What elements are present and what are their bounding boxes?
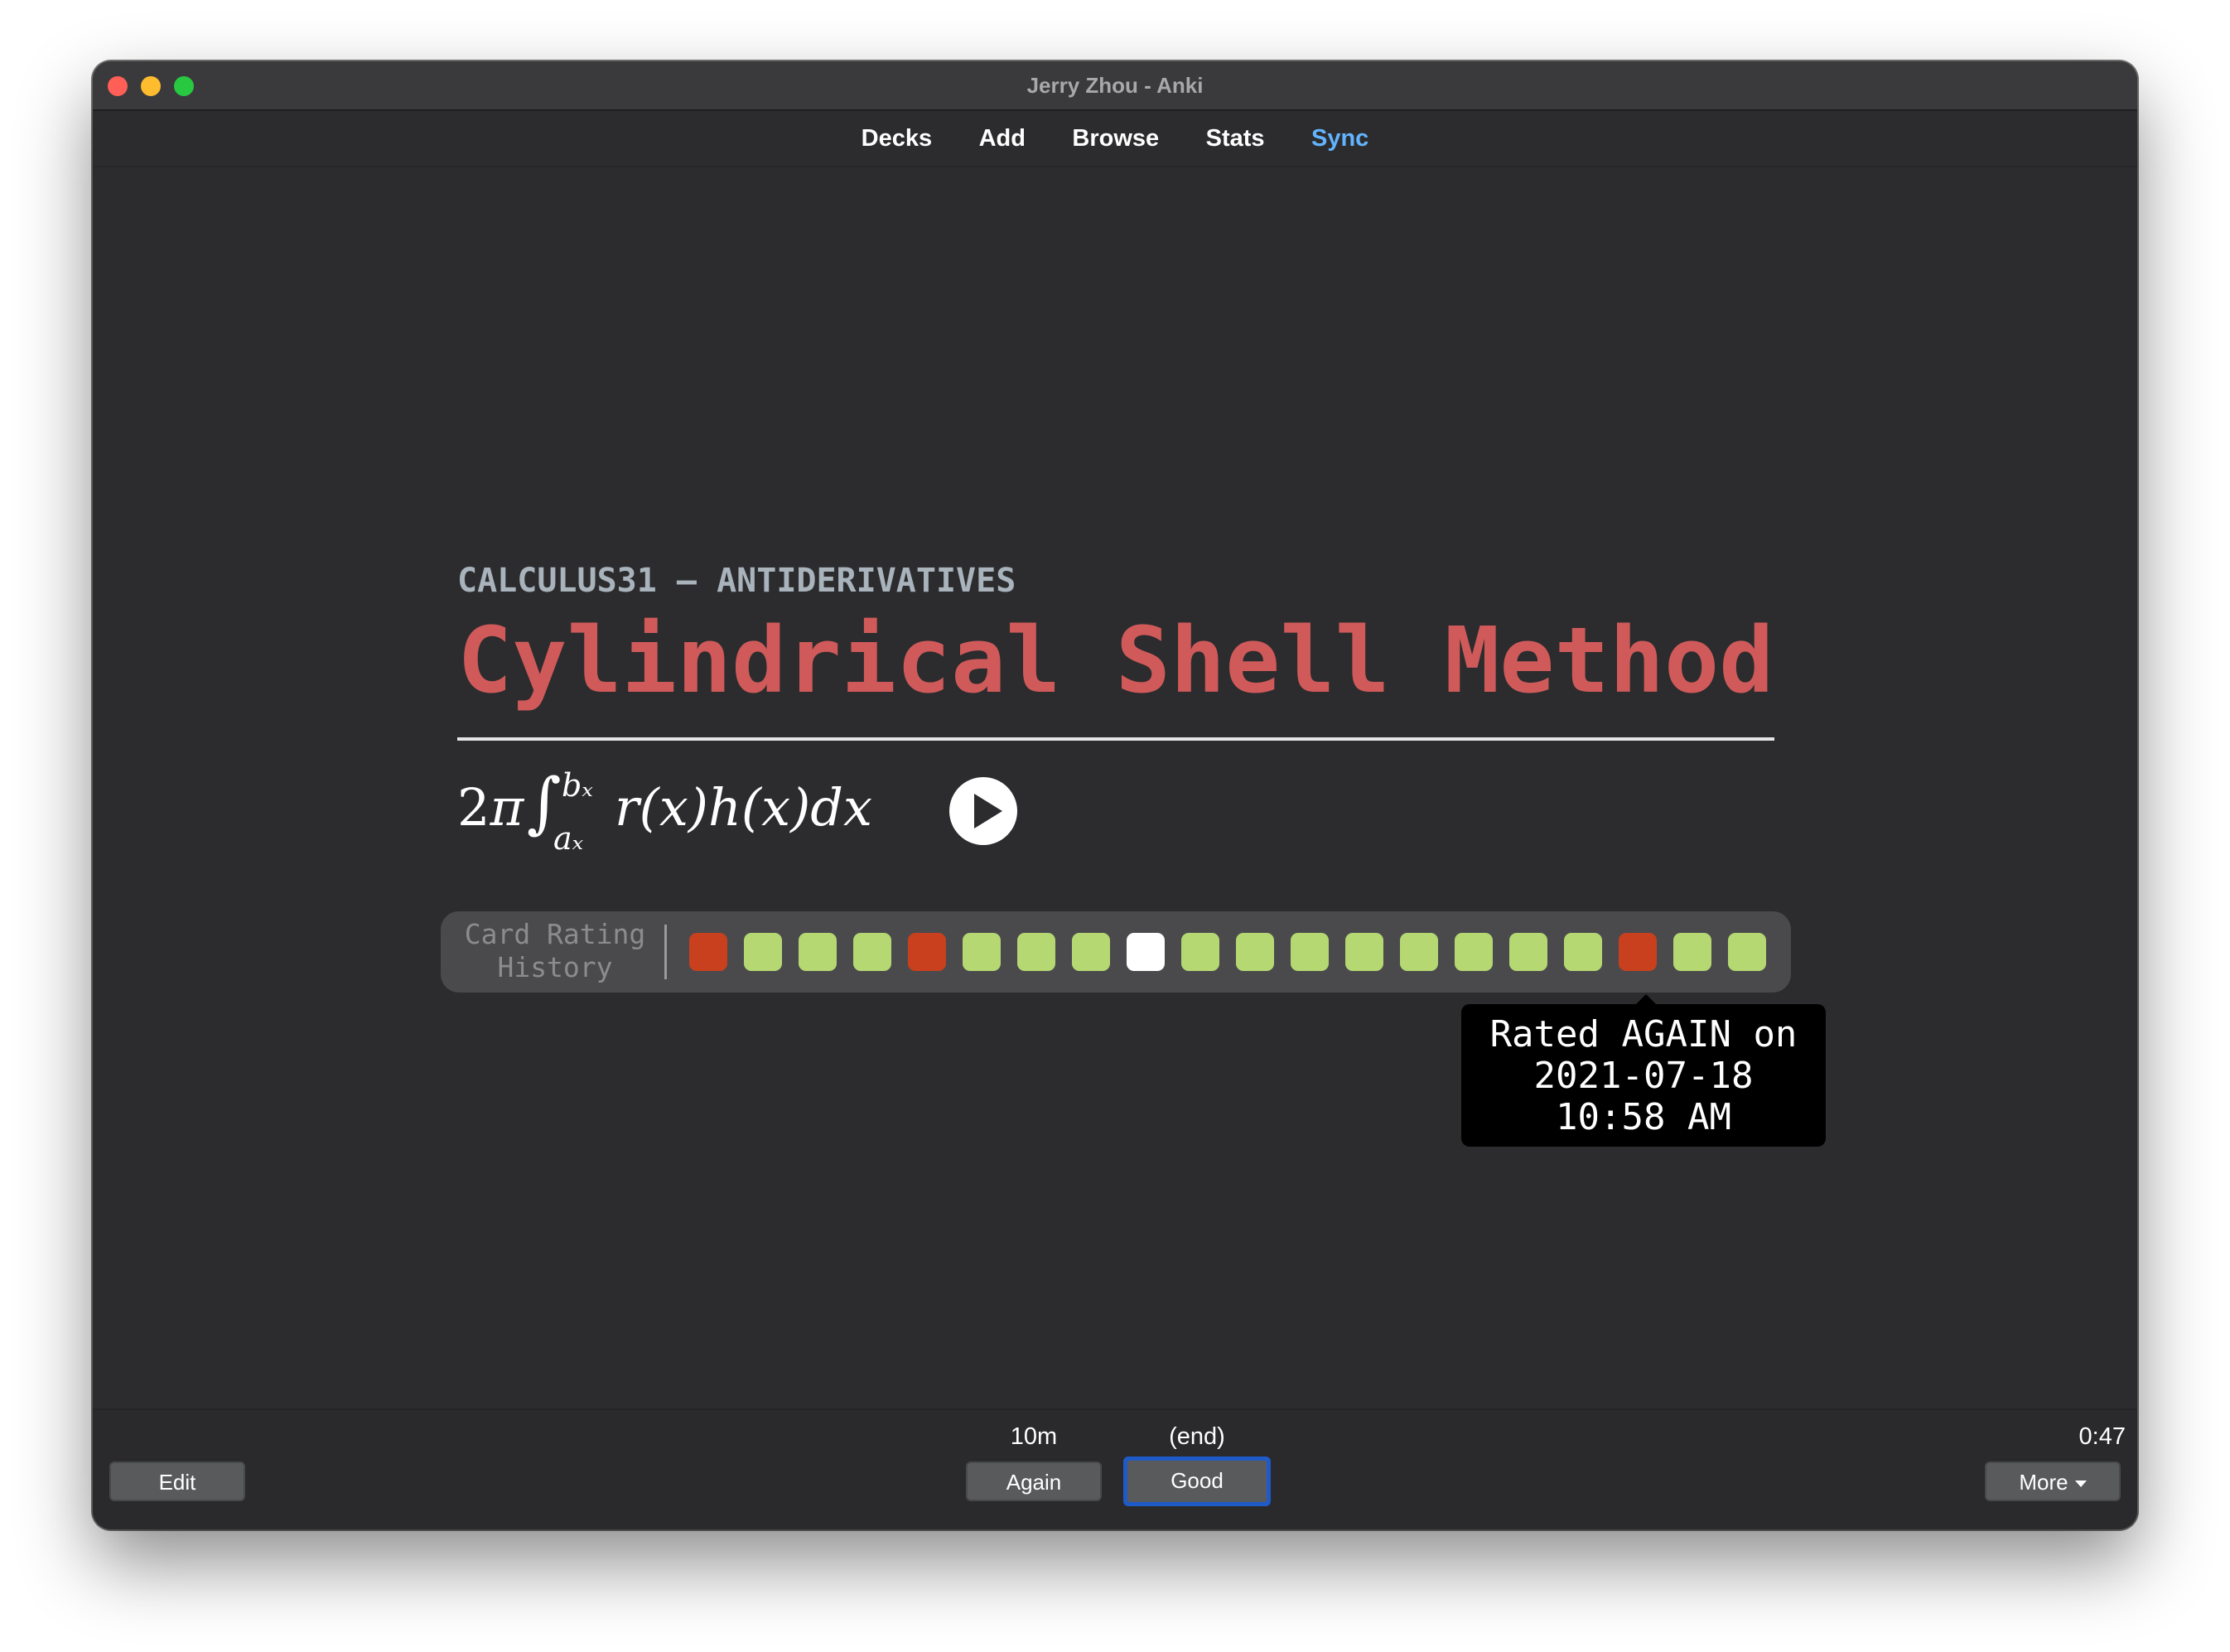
rating-dot-good[interactable] xyxy=(1017,933,1055,971)
tooltip-line3: 10:58 AM xyxy=(1556,1096,1731,1138)
integral-upper-bound: bₓ xyxy=(562,767,593,804)
play-icon xyxy=(974,794,1002,828)
rating-dot-good[interactable] xyxy=(1509,933,1547,971)
shell-method-formula: 2π ∫ bₓ aₓ r(x)h(x)dx xyxy=(457,764,921,865)
good-button[interactable]: Good xyxy=(1123,1456,1271,1506)
nav-browse-link[interactable]: Browse xyxy=(1072,111,1159,166)
deck-name: CALCULUS31 – ANTIDERIVATIVES xyxy=(457,562,1016,600)
again-button[interactable]: Again xyxy=(966,1461,1102,1501)
tooltip-arrow xyxy=(1636,994,1656,1004)
tooltip-line1: Rated AGAIN on xyxy=(1489,1013,1798,1055)
window-title: Jerry Zhou - Anki xyxy=(1026,73,1204,98)
more-button[interactable]: More xyxy=(1985,1461,2121,1501)
rating-dot-good[interactable] xyxy=(799,933,837,971)
formula-coefficient: 2π xyxy=(457,777,524,838)
edit-button[interactable]: Edit xyxy=(109,1461,245,1501)
rating-dot-good[interactable] xyxy=(1564,933,1602,971)
rating-dot-good[interactable] xyxy=(1673,933,1711,971)
rating-dot-good[interactable] xyxy=(1072,933,1110,971)
rating-dot-good[interactable] xyxy=(1236,933,1274,971)
rating-dot-good[interactable] xyxy=(744,933,782,971)
rating-dot-again[interactable] xyxy=(908,933,946,971)
again-interval: 10m xyxy=(1010,1423,1058,1450)
card-content: CALCULUS31 – ANTIDERIVATIVES Cylindrical… xyxy=(93,167,2137,1468)
rating-divider xyxy=(664,925,667,979)
rating-dot-again[interactable] xyxy=(1619,933,1657,971)
rating-dot-good[interactable] xyxy=(853,933,891,971)
rating-dot-good[interactable] xyxy=(1345,933,1383,971)
play-audio-button[interactable] xyxy=(949,777,1017,845)
card-rating-history: Card Rating History xyxy=(441,911,1791,993)
nav-stats-link[interactable]: Stats xyxy=(1206,111,1265,166)
rating-tooltip: Rated AGAIN on 2021-07-18 10:58 AM xyxy=(1461,1004,1826,1147)
rating-label-line2: History xyxy=(497,951,613,983)
integrand: r(x)h(x)dx xyxy=(615,777,872,838)
rating-dot-good[interactable] xyxy=(1728,933,1766,971)
nav-decks-link[interactable]: Decks xyxy=(862,111,932,166)
tooltip-line2: 2021-07-18 xyxy=(1533,1055,1754,1097)
good-interval: (end) xyxy=(1169,1423,1225,1450)
top-nav: Decks Add Browse Stats Sync xyxy=(93,111,2137,167)
reviewer-bottom-bar: Edit 10m Again (end) Good 0:47 More xyxy=(93,1408,2137,1529)
review-timer: 0:47 xyxy=(2078,1423,2126,1450)
more-label: More xyxy=(2019,1470,2068,1495)
rating-dot-good[interactable] xyxy=(1400,933,1438,971)
chevron-down-icon xyxy=(2074,1481,2087,1488)
rating-dot-good[interactable] xyxy=(963,933,1001,971)
integral-lower-bound: aₓ xyxy=(553,820,584,857)
rating-label-line1: Card Rating xyxy=(464,918,646,950)
nav-add-link[interactable]: Add xyxy=(979,111,1026,166)
rating-dot-again[interactable] xyxy=(689,933,727,971)
rating-dot-good[interactable] xyxy=(1291,933,1329,971)
title-divider xyxy=(457,737,1774,741)
rating-dot-good[interactable] xyxy=(1181,933,1219,971)
title-bar: Jerry Zhou - Anki xyxy=(93,61,2137,111)
nav-sync-link[interactable]: Sync xyxy=(1311,111,1368,166)
rating-dot-current[interactable] xyxy=(1127,933,1165,971)
card-title: Cylindrical Shell Method xyxy=(457,607,1774,713)
rating-history-label: Card Rating History xyxy=(457,918,653,984)
anki-window: Jerry Zhou - Anki Decks Add Browse Stats… xyxy=(93,61,2137,1529)
rating-dot-good[interactable] xyxy=(1455,933,1493,971)
